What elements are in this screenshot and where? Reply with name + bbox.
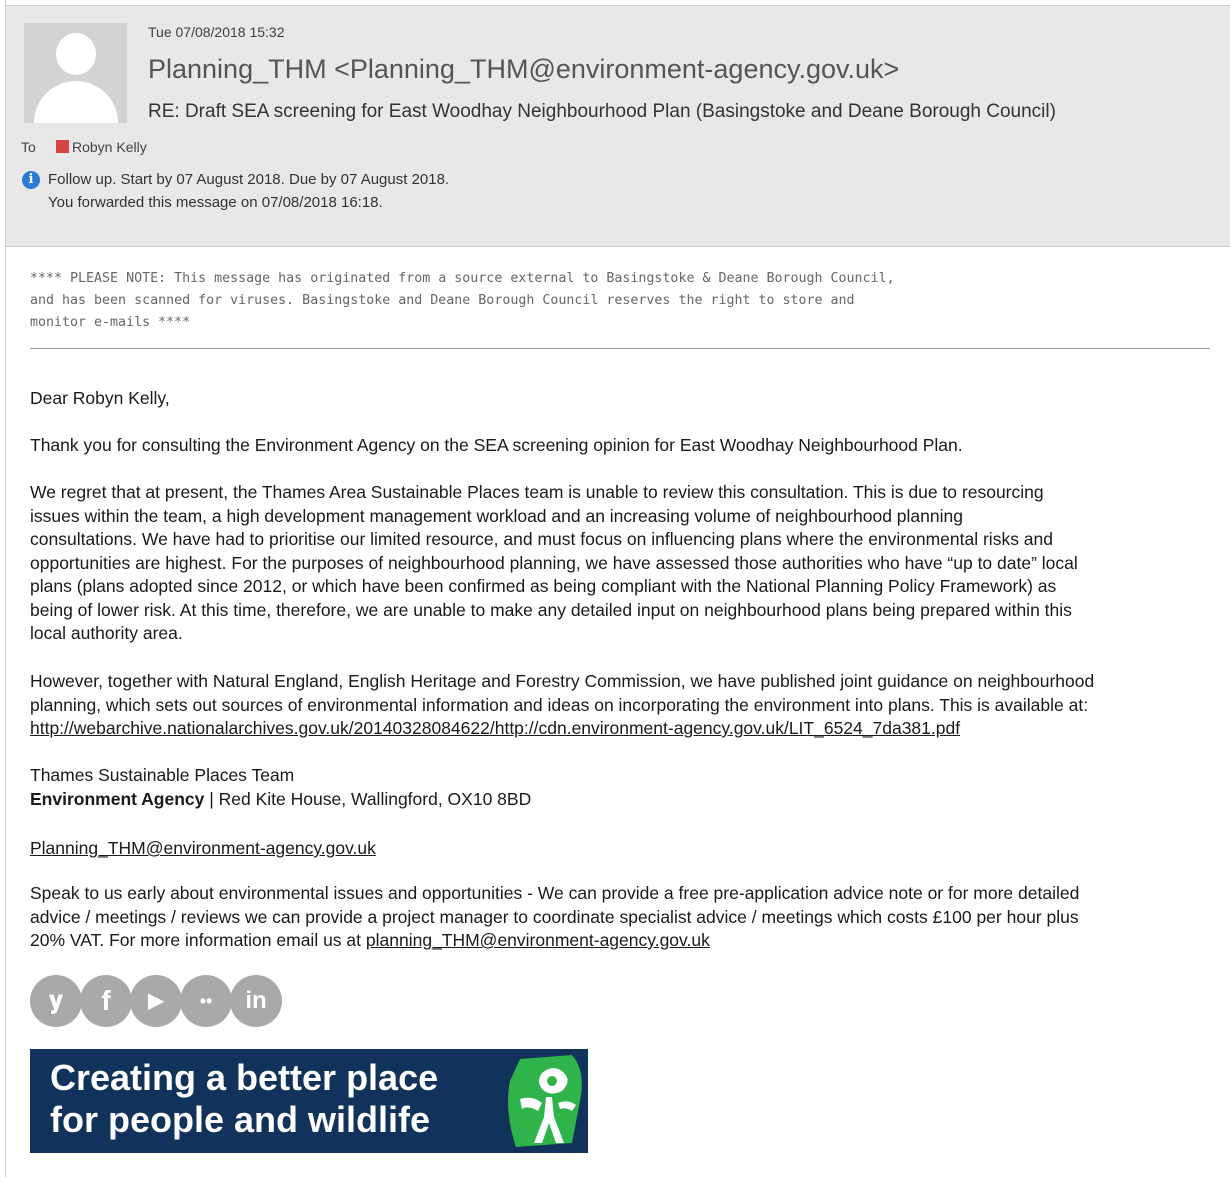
youtube-icon[interactable]: ▶	[130, 975, 182, 1027]
text-line: consultations. We have had to prioritise…	[30, 529, 1053, 549]
signature-team: Thames Sustainable Places Team	[30, 765, 295, 785]
message-date: Tue 07/08/2018 15:32	[148, 24, 285, 40]
text-line: plans (plans adopted since 2012, or whic…	[30, 576, 1057, 596]
facebook-icon[interactable]: f	[80, 975, 132, 1027]
followup-flag-text: Follow up. Start by 07 August 2018. Due …	[48, 171, 450, 188]
banner-line-1: Creating a better place	[50, 1057, 439, 1098]
greeting: Dear Robyn Kelly,	[30, 388, 170, 408]
recipient-name[interactable]: Robyn Kelly	[72, 139, 147, 155]
message-header: Tue 07/08/2018 15:32 Planning_THM <Plann…	[6, 5, 1230, 247]
text-line: planning, which sets out sources of envi…	[30, 694, 1089, 715]
avatar-body-shape	[34, 81, 118, 123]
signature-email-link[interactable]: Planning_THM@environment-agency.gov.uk	[30, 838, 376, 858]
text-line: We regret that at present, the Thames Ar…	[30, 482, 1044, 502]
text-line: However, together with Natural England, …	[30, 671, 1095, 691]
signature-org: Environment Agency	[30, 788, 205, 809]
banner-line-2: for people and wildlife	[50, 1099, 431, 1140]
guidance-link[interactable]: http://webarchive.nationalarchives.gov.u…	[30, 718, 960, 738]
text-line: 20% VAT. For more information email us a…	[30, 930, 366, 950]
agency-banner: Creating a better place for people and w…	[30, 1049, 588, 1153]
text-line: opportunities are highest. For the purpo…	[30, 552, 1078, 573]
signature-address: | Red Kite House, Wallingford, OX10 8BD	[204, 788, 532, 809]
text-line: issues within the team, a high developme…	[30, 505, 963, 526]
linkedin-icon[interactable]: in	[230, 975, 282, 1027]
avatar-head-shape	[56, 33, 96, 75]
external-email-notice: **** PLEASE NOTE: This message has origi…	[30, 271, 895, 330]
paragraph-contact: Speak to us early about environmental is…	[30, 882, 1079, 953]
contact-email-link[interactable]: planning_THM@environment-agency.gov.uk	[366, 930, 710, 950]
text-line: local authority area.	[30, 623, 183, 643]
notice-divider	[30, 348, 1210, 349]
sender-name[interactable]: Planning_THM <Planning_THM@environment-a…	[148, 54, 899, 85]
forwarded-info-text: You forwarded this message on 07/08/2018…	[48, 194, 383, 211]
paragraph-resourcing: We regret that at present, the Thames Ar…	[30, 481, 1078, 646]
flickr-icon[interactable]: ••	[180, 975, 232, 1027]
environment-agency-logo-icon	[508, 1055, 582, 1147]
sender-avatar	[24, 23, 127, 123]
to-label: To	[21, 139, 36, 155]
signature-email-line: Planning_THM@environment-agency.gov.uk	[30, 837, 376, 861]
paragraph-thanks: Thank you for consulting the Environment…	[30, 435, 963, 455]
info-icon: i	[22, 171, 40, 189]
text-line: being of lower risk. At this time, there…	[30, 599, 1072, 620]
text-line: Speak to us early about environmental is…	[30, 883, 1080, 903]
contact-icon	[56, 140, 69, 153]
twitter-icon[interactable]: 𝐲	[30, 975, 82, 1027]
message-subject: RE: Draft SEA screening for East Woodhay…	[148, 101, 1056, 122]
text-line: advice / meetings / reviews we can provi…	[30, 906, 1079, 927]
signature-block: Thames Sustainable Places Team Environme…	[30, 764, 531, 811]
paragraph-guidance: However, together with Natural England, …	[30, 670, 1094, 741]
